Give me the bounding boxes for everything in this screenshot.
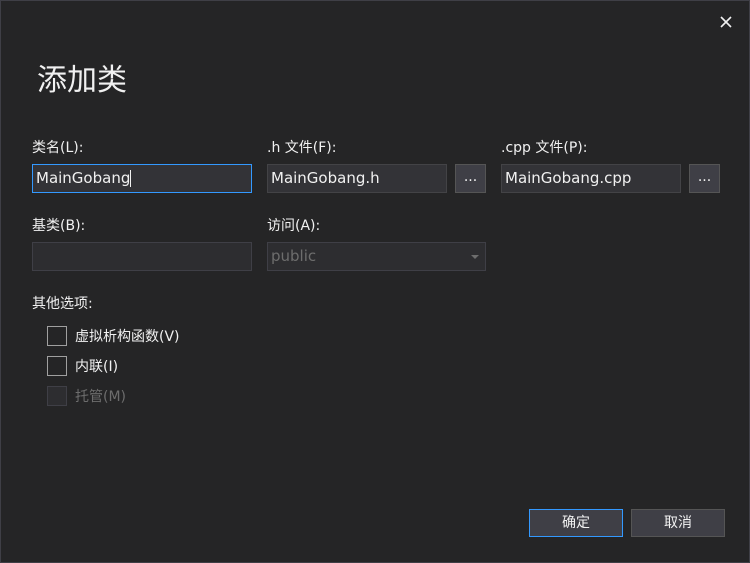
base-class-input[interactable] [32, 242, 252, 271]
close-icon [720, 16, 732, 28]
cancel-button[interactable]: 取消 [631, 509, 725, 537]
class-name-input[interactable]: MainGobang [32, 164, 252, 193]
checkbox-label: 托管(M) [75, 389, 127, 405]
h-file-label: .h 文件(F): [267, 140, 337, 156]
h-file-input[interactable]: MainGobang.h [267, 164, 447, 193]
h-file-browse-button[interactable]: ... [455, 164, 486, 193]
base-class-label: 基类(B): [32, 218, 86, 234]
class-name-value: MainGobang [36, 169, 131, 187]
add-class-dialog: 添加类 类名(L): MainGobang .h 文件(F): MainGoba… [0, 0, 750, 563]
checkbox-box[interactable] [47, 386, 67, 406]
cpp-file-label: .cpp 文件(P): [501, 140, 588, 156]
ok-button[interactable]: 确定 [529, 509, 623, 537]
checkbox-label: 虚拟析构函数(V) [75, 329, 180, 345]
class-name-label: 类名(L): [32, 140, 84, 156]
dialog-title: 添加类 [37, 63, 127, 98]
h-file-value: MainGobang.h [271, 169, 380, 187]
managed-checkbox[interactable]: 托管(M) [47, 386, 126, 406]
cpp-file-input[interactable]: MainGobang.cpp [501, 164, 681, 193]
checkbox-box[interactable] [47, 326, 67, 346]
checkbox-box[interactable] [47, 356, 67, 376]
close-button[interactable] [715, 11, 737, 33]
cpp-file-value: MainGobang.cpp [505, 169, 632, 187]
virtual-destructor-checkbox[interactable]: 虚拟析构函数(V) [47, 326, 180, 346]
access-select[interactable]: public [267, 242, 486, 271]
access-value: public [271, 247, 317, 265]
chevron-down-icon [471, 255, 479, 259]
access-label: 访问(A): [267, 218, 321, 234]
cpp-file-browse-button[interactable]: ... [689, 164, 720, 193]
inline-checkbox[interactable]: 内联(I) [47, 356, 118, 376]
other-options-label: 其他选项: [32, 296, 93, 312]
checkbox-label: 内联(I) [75, 359, 119, 375]
text-caret [130, 170, 132, 187]
